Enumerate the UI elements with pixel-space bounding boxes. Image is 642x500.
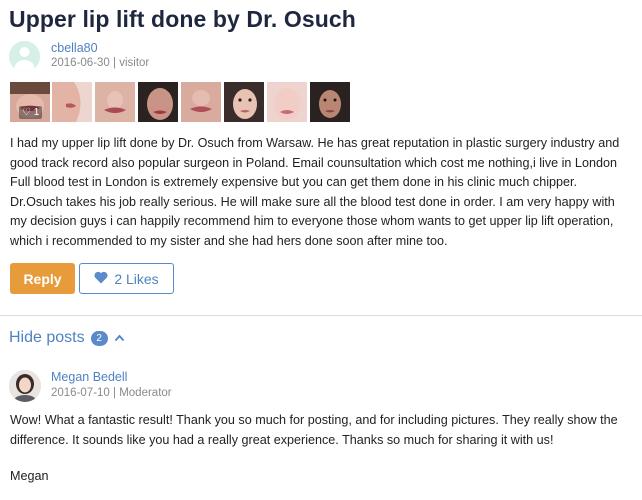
photo-thumbnail[interactable] <box>181 82 221 122</box>
post-body: I had my upper lip lift done by Dr. Osuc… <box>10 136 620 248</box>
divider <box>0 315 642 316</box>
post-title: Upper lip lift done by Dr. Osuch <box>9 6 356 32</box>
likes-count-label: 2 Likes <box>114 270 159 287</box>
reply-author-meta: 2016-07-10 | Moderator <box>51 387 172 399</box>
hide-posts-toggle[interactable]: Hide posts 2 <box>9 329 125 347</box>
photo-thumbnail[interactable] <box>267 82 307 122</box>
hide-posts-label: Hide posts <box>9 329 85 346</box>
reply-button[interactable]: Reply <box>10 263 75 294</box>
like-button[interactable]: 2 Likes <box>79 263 174 294</box>
chevron-up-icon <box>114 329 125 347</box>
author-meta: 2016-06-30 | visitor <box>51 57 150 69</box>
photo-thumbnail[interactable] <box>224 82 264 122</box>
photo-thumbnail[interactable] <box>138 82 178 122</box>
reply-signature: Megan <box>10 469 49 483</box>
photo-thumbnail[interactable]: ♡ 1 <box>10 82 50 122</box>
reply-author-name-link[interactable]: Megan Bedell <box>51 370 127 384</box>
heart-icon <box>94 271 108 287</box>
reply-count-badge: 2 <box>90 330 108 346</box>
avatar[interactable] <box>9 41 40 72</box>
photo-thumbnail[interactable] <box>95 82 135 122</box>
photo-like-badge: ♡ 1 <box>19 106 43 119</box>
avatar[interactable] <box>9 370 41 402</box>
reply-body: Wow! What a fantastic result! Thank you … <box>10 413 618 447</box>
author-name-link[interactable]: cbella80 <box>51 41 98 55</box>
photo-thumbnail[interactable] <box>310 82 350 122</box>
photo-thumbnail[interactable] <box>52 82 92 122</box>
